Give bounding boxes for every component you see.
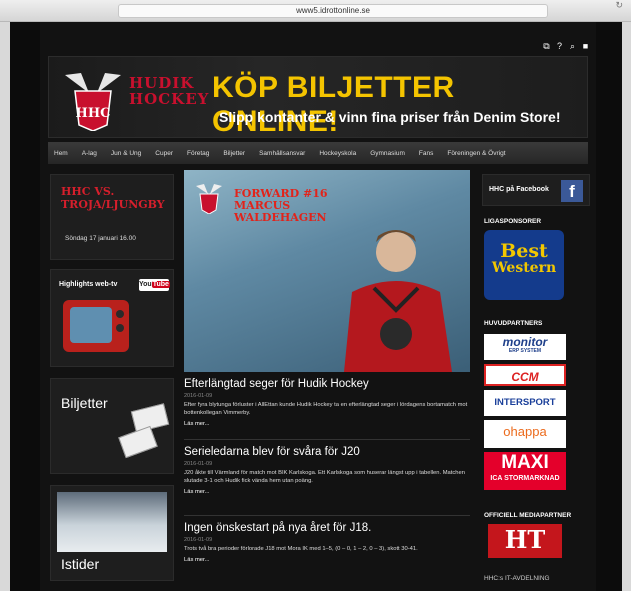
sponsor-maxi-ica[interactable]: MAXI ICA STORMARKNAD [484,452,566,490]
ticket-icon [118,425,158,459]
player-figure [344,230,452,372]
main-partners-heading: HUVUDPARTNERS [484,320,543,327]
ice-times-photo [57,492,167,552]
bw-line-1: Best [500,240,548,262]
article-body: Trots två bra perioder förlorade J18 mot… [184,546,418,552]
youtube-tube: Tube [151,281,170,288]
tickets-label: Biljetter [61,395,108,411]
utility-icons: ⧉ ? ⌕ ■ [542,42,590,51]
sponsor-monitor[interactable]: monitor ERP SYSTEM [484,334,566,360]
bw-line-2: Western [491,260,557,276]
read-more-link[interactable]: Läs mer... [184,489,470,495]
nav-item-hem[interactable]: Hem [54,150,68,157]
news-article: Efterlängtad seger för Hudik Hockey 2016… [184,378,470,427]
youtube-you: You [139,281,152,288]
nav-item-fans[interactable]: Fans [419,150,433,157]
league-sponsors-heading: LIGASPONSORER [484,218,542,225]
media-partner-heading: OFFICIELL MEDIAPARTNER [484,512,572,519]
hero-caption: FORWARD #16 MARCUS WALDEHAGEN [234,188,328,224]
ht-logo[interactable]: HT [488,524,562,558]
hhc-badge-icon [196,184,222,214]
sitemap-icon[interactable]: ⧉ [542,42,551,51]
best-western-logo[interactable]: Best Western [484,230,564,300]
next-match-box[interactable]: HHC VS. TROJA/LJUNGBY Söndag 17 januari … [50,174,174,260]
article-date: 2016-01-09 [184,393,213,399]
nav-item-samhallsansvar[interactable]: Samhällsansvar [259,150,305,157]
logo-line-1: HUDIK [129,74,195,92]
lock-icon[interactable]: ■ [581,42,590,51]
nav-item-cuper[interactable]: Cuper [155,150,173,157]
main-nav: Hem A-lag Jun & Ung Cuper Företag Biljet… [48,142,588,164]
facebook-box[interactable]: HHC på Facebook f [482,174,590,206]
news-article: Serieledarna blev för svåra för J20 2016… [184,446,470,495]
tickets-box[interactable]: Biljetter [50,378,174,474]
match-date: Söndag 17 januari 16.00 [65,235,136,242]
tv-knob-icon [116,324,124,332]
match-title-line-1: HHC VS. [61,185,115,198]
hero-line-3: WALDEHAGEN [234,211,327,224]
article-divider [184,439,470,440]
header-banner[interactable]: HHC HUDIK HOCKEY KÖP BILJETTER ONLINE! S… [48,56,588,138]
youtube-icon: YouTube [139,279,170,291]
article-title[interactable]: Efterlängtad seger för Hudik Hockey [184,378,470,390]
hhc-logo-icon[interactable]: HHC [61,65,125,131]
logo-abbrev: HHC [76,106,111,121]
sponsor-ohappa[interactable]: ohappa [484,420,566,448]
nav-item-a-lag[interactable]: A-lag [82,150,97,157]
site-container: ⧉ ? ⌕ ■ HHC HUDIK HOCKEY KÖP BILJETTER O… [40,22,596,591]
monitor-sub: ERP SYSTEM [508,348,542,354]
logo-line-2: HOCKEY [129,90,210,108]
match-title-line-2: TROJA/LJUNGBY [61,198,165,211]
search-icon[interactable]: ⌕ [568,42,577,51]
read-more-link[interactable]: Läs mer... [184,421,470,427]
article-body: Efter fyra blytunga förluster i AllEttan… [184,402,468,416]
nav-item-hockeyskola[interactable]: Hockeyskola [319,150,356,157]
facebook-icon: f [561,180,583,202]
article-divider [184,515,470,516]
ice-times-box[interactable]: Istider [50,485,174,581]
article-title[interactable]: Ingen önskestart på nya året för J18. [184,522,470,534]
tv-knob-icon [116,310,124,318]
promo-title: KÖP BILJETTER ONLINE! [212,71,455,138]
browser-toolbar: www5.idrottonline.se ↻ [0,0,631,22]
read-more-link[interactable]: Läs mer... [184,557,470,563]
nav-item-foretag[interactable]: Företag [187,150,209,157]
article-date: 2016-01-09 [184,537,213,543]
article-date: 2016-01-09 [184,461,213,467]
it-department-heading: HHC:s IT-AVDELNING [484,575,550,582]
sponsor-intersport[interactable]: INTERSPORT [484,390,566,416]
tv-screen [70,307,112,343]
nav-item-gymnasium[interactable]: Gymnasium [370,150,405,157]
nav-item-jun-ung[interactable]: Jun & Ung [111,150,141,157]
ice-times-label: Istider [61,556,100,572]
highlights-label: Highlights web-tv [59,281,118,288]
address-bar[interactable]: www5.idrottonline.se [118,4,548,18]
sponsor-ccm[interactable]: CCM [484,364,566,386]
article-title[interactable]: Serieledarna blev för svåra för J20 [184,446,470,458]
hero-image[interactable]: FORWARD #16 MARCUS WALDEHAGEN [184,170,470,372]
monitor-word: monitor [502,335,548,349]
article-body: J20 åkte till Värmland för match mot BIK… [184,470,465,484]
promo-subtitle: Slipp kontanter & vinn fina priser från … [219,109,561,125]
nav-item-foreningen[interactable]: Föreningen & Övrigt [447,150,505,157]
logo-wordmark: HUDIK HOCKEY [129,75,209,107]
tv-icon [63,300,129,352]
highlights-box[interactable]: Highlights web-tv YouTube [50,269,174,367]
page-background: ⧉ ? ⌕ ■ HHC HUDIK HOCKEY KÖP BILJETTER O… [10,22,622,591]
match-title: HHC VS. TROJA/LJUNGBY [61,185,165,211]
help-icon[interactable]: ? [555,42,564,51]
nav-item-biljetter[interactable]: Biljetter [223,150,245,157]
reload-icon[interactable]: ↻ [615,0,623,11]
ica-word: ICA STORMARKNAD [490,475,560,482]
news-article: Ingen önskestart på nya året för J18. 20… [184,522,470,563]
facebook-label: HHC på Facebook [489,186,549,193]
maxi-word: MAXI [501,452,549,473]
